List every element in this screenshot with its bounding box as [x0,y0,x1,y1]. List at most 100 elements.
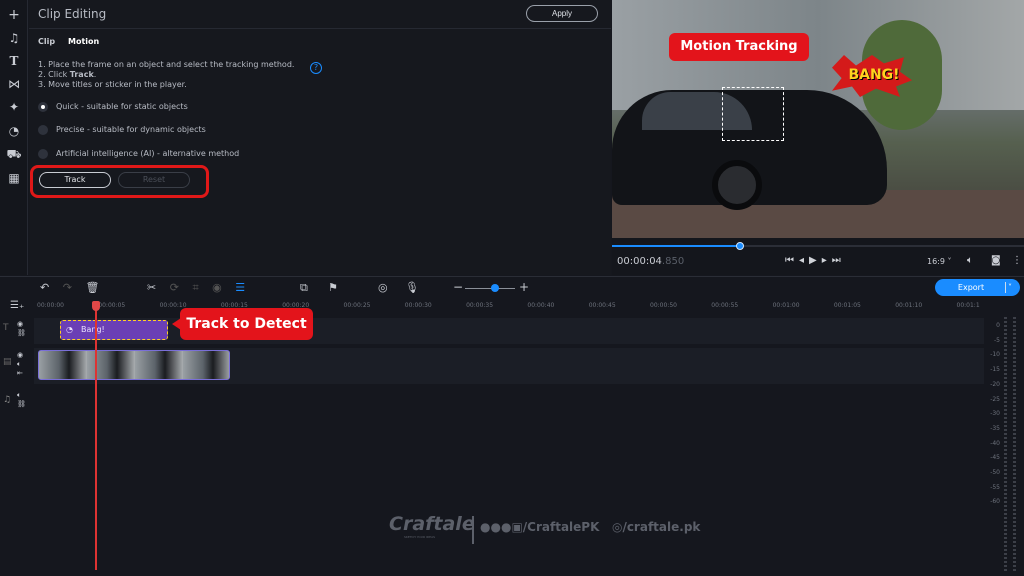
playhead[interactable] [95,302,97,570]
snapshot-icon[interactable]: ◙ [991,255,1001,266]
meter-label: -10 [990,351,1000,359]
video-track-icon: ▤ [3,357,12,367]
add-track-icon[interactable]: ☰₊ [10,300,24,311]
track-button[interactable]: Track [39,172,111,188]
ruler-tick-label: 00:00:00 [37,302,64,309]
watermark-brand: Craftale [389,513,475,535]
scrubber-progress [612,245,740,247]
tab-motion[interactable]: Motion [68,37,99,46]
visibility-icon[interactable]: ◉ [17,351,23,360]
clip-editing-panel: Clip Editing Apply Clip Motion 1. Place … [29,0,611,275]
watermark: Craftale SKETCH YOUR IDEAS [389,513,475,539]
plus-icon[interactable]: + [0,7,28,23]
radio-quick[interactable] [38,102,48,112]
pinterest-icon[interactable]: ● [501,520,511,534]
tracking-frame[interactable] [722,87,784,141]
timecode: 00:00:04.850 [617,256,685,267]
label-ai: Artificial intelligence (AI) - alternati… [56,149,240,158]
next-frame-icon[interactable]: ▸ [822,255,832,266]
reset-button[interactable]: Reset [118,172,190,188]
tab-clip[interactable]: Clip [38,37,55,46]
radio-precise[interactable] [38,125,48,135]
meter-label: 0 [996,322,1000,329]
ruler-tick-label: 00:01:05 [833,302,861,309]
ruler-tick-label: 00:00:35 [466,302,494,309]
left-toolbar: + ♫ T ⋈ ✦ ◔ ⛟ ▦ [0,0,28,275]
prev-frame-icon[interactable]: ◂ [799,255,809,266]
ruler-tick-label: 00:00:05 [98,302,126,309]
callout-arrow [172,318,181,330]
pin-icon[interactable]: ⇤ [17,369,23,378]
mute-icon[interactable]: 🔈︎ [17,391,26,400]
time-ruler[interactable]: 00:00:00 00:00:05 00:00:10 00:00:15 00:00:20… [34,277,984,317]
bang-sticker-text: BANG! [848,67,900,83]
play-icon[interactable]: ▶ [809,255,822,266]
aspect-ratio-select[interactable]: 16:9 ˅ [927,257,952,266]
instruction-1: 1. Place the frame on an object and sele… [38,60,295,69]
meter-label: -40 [990,439,1000,447]
more-apps-icon[interactable]: ▦ [0,171,28,185]
title-clip-bang[interactable]: ◔ Bang! [60,320,168,340]
meter-label: -25 [990,395,1000,403]
ruler-tick-label: 00:00:50 [650,302,677,309]
audio-meter-right [1013,317,1016,572]
meter-label: -60 [990,498,1000,506]
facebook-icon[interactable]: ● [480,520,490,534]
title-track-icon: T [3,323,9,333]
sticker-icon[interactable]: ◔ [0,124,28,138]
label-precise: Precise - suitable for dynamic objects [56,125,206,134]
meter-label: -30 [990,410,1000,418]
mute-icon[interactable]: 🔈︎ [17,360,23,369]
more-menu-icon[interactable]: ⋮ [1012,255,1022,266]
link-icon[interactable]: ⛓ [17,400,26,409]
video-preview[interactable]: Motion Tracking BANG! [612,0,1024,238]
track-to-detect-callout: Track to Detect [180,308,313,340]
video-clip[interactable] [38,350,230,380]
instagram-icon[interactable]: ◎ [612,520,622,534]
car-wheel [712,160,762,210]
help-icon[interactable]: ? [310,62,322,74]
visibility-icon[interactable]: ◉ [17,320,26,329]
audio-track-icon: ♫ [3,395,12,405]
ruler-tick-label: 00:01:00 [772,302,800,309]
meter-label: -15 [990,366,1000,374]
export-dropdown-icon[interactable]: ˅ [1008,279,1012,296]
meter-label: -5 [994,336,1000,344]
playhead-handle[interactable] [92,301,100,311]
meter-label: -55 [990,483,1000,491]
apply-button[interactable]: Apply [526,5,598,22]
meter-label: -45 [990,454,1000,462]
divider [1005,282,1006,293]
scrubber-handle[interactable] [735,242,744,250]
link-icon[interactable]: ⛓ [17,329,26,338]
transitions-icon[interactable]: ⋈ [0,77,28,91]
volume-icon[interactable]: 🔈︎ [967,255,973,266]
instruction-3: 3. Move titles or sticker in the player. [38,80,187,89]
timeline: ↶ ↷ 🗑︎ ✂ ⟳ ⌗ ◉ ☰ ⧉ ⚑ ◎ 🎙︎ − + Export ˅ ☰… [0,276,1024,576]
watermark-tagline: SKETCH YOUR IDEAS [404,535,436,539]
meter-label: -20 [990,380,1000,388]
text-icon[interactable]: T [0,54,28,68]
ruler-tick-label: 00:00:55 [711,302,739,309]
music-icon[interactable]: ♫ [0,31,28,45]
skip-start-icon[interactable]: ⏮ [785,255,799,266]
ruler-tick-label: 00:00:45 [588,302,616,309]
radio-ai[interactable] [38,149,48,159]
panel-title: Clip Editing [38,7,107,21]
ruler-tick-label: 00:01:1 [956,302,980,309]
motion-tracking-callout: Motion Tracking [669,33,809,61]
ruler-tick-label: 00:01:10 [895,302,923,309]
divider [472,516,474,544]
meter-label: -35 [990,424,1000,432]
meter-label: -50 [990,469,1000,476]
magic-icon[interactable]: ✦ [0,100,28,114]
ruler-tick-label: 00:00:30 [404,302,432,309]
export-bag-icon[interactable]: ⛟ [0,147,28,163]
twitter-icon[interactable]: ● [490,520,500,534]
social-links: ●●●▣/CraftalePK ◎/craftale.pk [480,520,701,534]
youtube-icon[interactable]: ▣ [511,520,522,534]
skip-end-icon[interactable]: ⏭ [832,255,846,266]
instruction-2: 2. Click Track. [38,70,97,79]
ruler-tick-label: 00:00:40 [527,302,555,309]
sticker-icon: ◔ [66,325,73,334]
